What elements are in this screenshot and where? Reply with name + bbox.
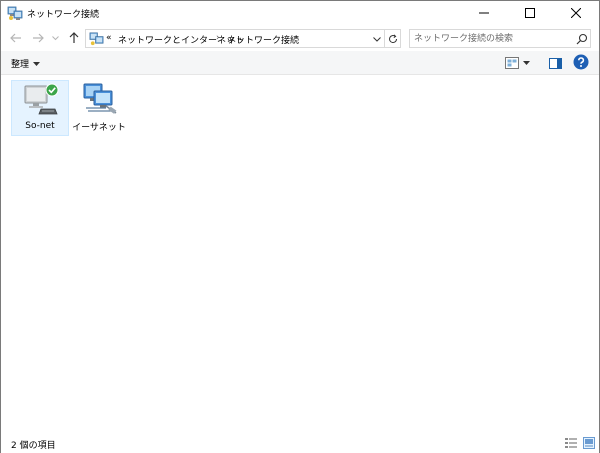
forward-button[interactable] (29, 28, 47, 48)
network-connections-app-icon (7, 6, 23, 20)
preview-pane-icon (548, 57, 562, 69)
preview-pane-button[interactable] (547, 55, 563, 71)
network-folder-icon (89, 32, 104, 46)
connection-label: So-net (25, 121, 55, 131)
address-bar[interactable]: « ネットワークとインターネット › ネットワーク接続 (85, 29, 385, 48)
recent-locations-button[interactable] (49, 28, 61, 48)
file-list-area[interactable]: So-net イーサネット (1, 76, 599, 432)
up-button[interactable] (65, 28, 83, 48)
close-icon (571, 8, 581, 18)
ethernet-connection-icon (83, 83, 117, 114)
details-view-icon[interactable] (565, 437, 577, 449)
help-icon[interactable] (573, 54, 589, 70)
minimize-button[interactable] (461, 1, 507, 25)
item-count: 2 個の項目 (11, 441, 56, 451)
search-icon[interactable] (576, 33, 588, 45)
view-options-icon (505, 57, 519, 69)
close-button[interactable] (553, 1, 599, 25)
command-bar: 整理 (1, 51, 599, 75)
organize-button[interactable]: 整理 (11, 56, 41, 71)
window-title: ネットワーク接続 (27, 10, 100, 20)
caret-down-icon (523, 61, 530, 65)
large-icons-view-icon[interactable] (583, 437, 595, 449)
organize-label: 整理 (11, 60, 30, 70)
refresh-button[interactable] (385, 29, 401, 48)
maximize-button[interactable] (507, 1, 553, 25)
search-box[interactable] (409, 29, 591, 48)
status-bar: 2 個の項目 (1, 433, 599, 453)
address-overflow-indicator[interactable]: « (106, 33, 112, 43)
change-view-button[interactable] (505, 55, 535, 71)
explorer-window: ネットワーク接続 « ネットワークとインターネット › ネットワーク接続 ネット… (0, 0, 600, 453)
title-bar[interactable]: ネットワーク接続 (1, 1, 599, 25)
arrow-right-icon (33, 33, 44, 43)
connection-item-ethernet[interactable]: イーサネット (71, 80, 129, 136)
maximize-icon (525, 8, 535, 18)
breadcrumb-network-connections[interactable]: ネットワーク接続 (227, 33, 299, 46)
refresh-icon (388, 33, 397, 43)
address-history-button[interactable] (370, 32, 384, 46)
arrow-left-icon (10, 33, 21, 43)
back-button[interactable] (7, 28, 25, 48)
dialup-connection-icon (24, 83, 59, 115)
search-input[interactable] (414, 32, 570, 45)
arrow-up-icon (69, 32, 79, 43)
connection-label: イーサネット (72, 123, 126, 133)
navigation-bar: « ネットワークとインターネット › ネットワーク接続 (1, 25, 599, 51)
chevron-down-icon (373, 36, 381, 42)
connection-item-so-net[interactable]: So-net (11, 80, 69, 136)
breadcrumb-network-and-internet[interactable]: ネットワークとインターネット (118, 33, 244, 46)
caret-down-icon (33, 61, 41, 66)
chevron-down-icon (51, 35, 59, 40)
minimize-icon (479, 12, 489, 14)
breadcrumb-separator[interactable]: › (216, 33, 220, 43)
